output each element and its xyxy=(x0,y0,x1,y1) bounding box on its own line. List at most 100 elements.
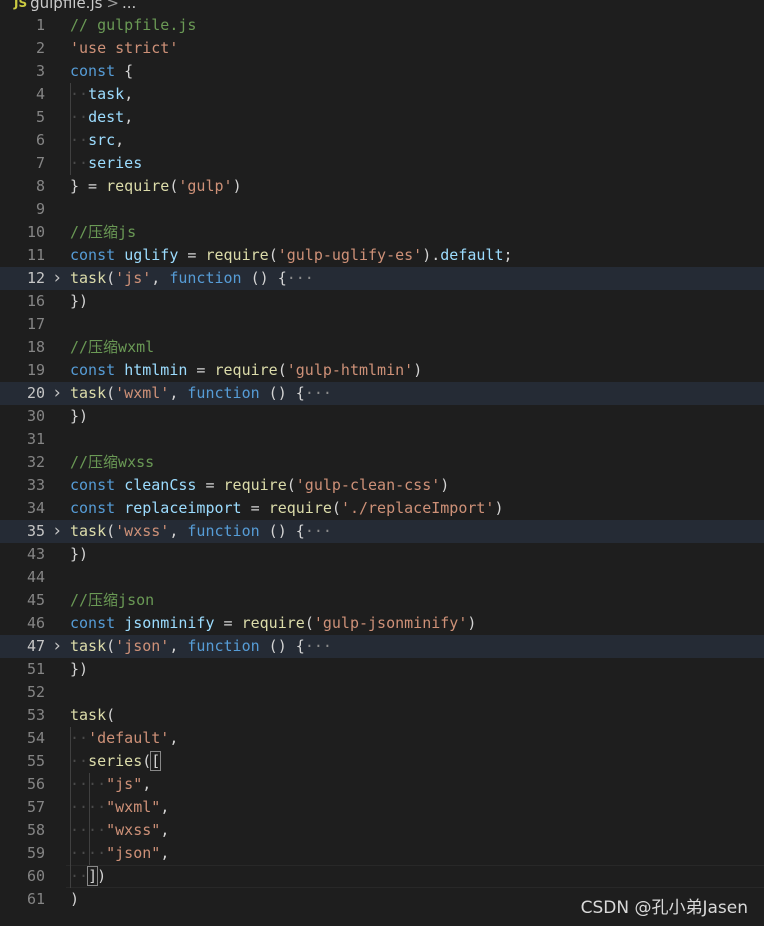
code-line[interactable]: 18 //压缩wxml xyxy=(0,336,764,359)
code-text[interactable]: //压缩wxml xyxy=(70,336,154,359)
code-text[interactable]: ··task, xyxy=(70,83,133,106)
code-line[interactable]: 44 xyxy=(0,566,764,589)
folded-code-line[interactable]: 12 › task('js', function () {··· xyxy=(0,267,764,290)
code-text[interactable]: ··src, xyxy=(70,129,124,152)
code-token: () { xyxy=(259,637,305,655)
code-line[interactable]: 6 ··src, xyxy=(0,129,764,152)
code-text[interactable]: ··dest, xyxy=(70,106,133,129)
code-line[interactable]: 19 const htmlmin = require('gulp-htmlmin'… xyxy=(0,359,764,382)
fold-chevron-icon[interactable]: › xyxy=(52,267,66,290)
code-text[interactable]: ··'default', xyxy=(70,727,178,750)
code-editor[interactable]: JS gulpfile.js > ... 1 // gulpfile.js 2 'us… xyxy=(0,0,764,926)
fold-ellipsis[interactable]: ··· xyxy=(305,384,332,402)
code-token: ( xyxy=(106,637,116,655)
code-line[interactable]: 32 //压缩wxss xyxy=(0,451,764,474)
folded-code-line[interactable]: 47 › task('json', function () {··· xyxy=(0,635,764,658)
code-text[interactable]: // gulpfile.js xyxy=(70,14,196,37)
folded-code-line[interactable]: 20 › task('wxml', function () {··· xyxy=(0,382,764,405)
fold-ellipsis[interactable]: ··· xyxy=(305,522,332,540)
code-text[interactable]: ··series([ xyxy=(70,750,162,773)
code-lines[interactable]: 1 // gulpfile.js 2'use strict' 3 const {4 ··t… xyxy=(0,14,764,911)
code-line[interactable]: 34 const replaceimport = require('./repla… xyxy=(0,497,764,520)
code-line[interactable]: 31 xyxy=(0,428,764,451)
code-line[interactable]: 53 task( xyxy=(0,704,764,727)
code-text[interactable]: ····"js", xyxy=(70,773,151,796)
code-line[interactable]: 16}) xyxy=(0,290,764,313)
code-token: "js" xyxy=(106,775,143,793)
code-line[interactable]: 11 const uglify = require('gulp-uglify-es… xyxy=(0,244,764,267)
code-text[interactable]: //压缩js xyxy=(70,221,136,244)
code-line[interactable]: 51}) xyxy=(0,658,764,681)
code-text[interactable]: } = require('gulp') xyxy=(70,175,242,198)
breadcrumb-separator: > xyxy=(106,0,119,12)
code-text[interactable]: //压缩json xyxy=(70,589,154,612)
code-text[interactable]: const htmlmin = require('gulp-htmlmin') xyxy=(70,359,422,382)
code-text[interactable]: //压缩wxss xyxy=(70,451,154,474)
code-token: ) xyxy=(413,361,423,379)
code-line[interactable]: 54 ··'default', xyxy=(0,727,764,750)
code-text[interactable]: const cleanCss = require('gulp-clean-css… xyxy=(70,474,449,497)
code-line[interactable]: 43}) xyxy=(0,543,764,566)
code-line[interactable]: 56 ····"js", xyxy=(0,773,764,796)
code-line[interactable]: 46 const jsonminify = require('gulp-jsonm… xyxy=(0,612,764,635)
fold-chevron-icon[interactable]: › xyxy=(52,635,66,658)
code-text[interactable]: task('wxml', function () {··· xyxy=(70,382,332,405)
code-line[interactable]: 8} = require('gulp') xyxy=(0,175,764,198)
code-text[interactable]: const jsonminify = require('gulp-jsonmin… xyxy=(70,612,476,635)
code-token: , xyxy=(160,844,170,862)
code-line[interactable]: 55 ··series([ xyxy=(0,750,764,773)
code-text[interactable]: ··]) xyxy=(70,865,106,888)
code-token: default xyxy=(440,246,504,264)
code-text[interactable]: task( xyxy=(70,704,115,727)
code-text[interactable]: 'use strict' xyxy=(70,37,178,60)
code-line[interactable]: 17 xyxy=(0,313,764,336)
code-line[interactable]: 2 'use strict' xyxy=(0,37,764,60)
code-line[interactable]: 3 const { xyxy=(0,60,764,83)
code-line[interactable]: 1 // gulpfile.js xyxy=(0,14,764,37)
line-number: 1 xyxy=(35,16,45,34)
code-text[interactable]: ··series xyxy=(70,152,142,175)
code-text[interactable]: ····"wxml", xyxy=(70,796,169,819)
code-line[interactable]: 9 xyxy=(0,198,764,221)
code-line[interactable]: 5 ··dest, xyxy=(0,106,764,129)
code-text[interactable]: const { xyxy=(70,60,133,83)
code-text[interactable]: const uglify = require('gulp-uglify-es')… xyxy=(70,244,513,267)
breadcrumb-more[interactable]: ... xyxy=(122,0,136,12)
code-text[interactable]: ····"json", xyxy=(70,842,169,865)
line-number: 10 xyxy=(26,223,45,241)
folded-code-line[interactable]: 35 › task('wxss', function () {··· xyxy=(0,520,764,543)
code-line[interactable]: 7 ··series xyxy=(0,152,764,175)
line-number: 60 xyxy=(26,867,45,885)
code-line[interactable]: 60 ··]) xyxy=(0,865,764,888)
code-text[interactable]: }) xyxy=(70,543,88,566)
code-line[interactable]: 57 ····"wxml", xyxy=(0,796,764,819)
code-text[interactable]: const replaceimport = require('./replace… xyxy=(70,497,504,520)
fold-chevron-icon[interactable]: › xyxy=(52,520,66,543)
code-text[interactable]: }) xyxy=(70,290,88,313)
fold-ellipsis[interactable]: ··· xyxy=(287,269,314,287)
breadcrumb-file[interactable]: gulpfile.js xyxy=(30,0,102,12)
fold-ellipsis[interactable]: ··· xyxy=(305,637,332,655)
code-line[interactable]: 59 ····"json", xyxy=(0,842,764,865)
code-text[interactable]: task('wxss', function () {··· xyxy=(70,520,332,543)
code-line[interactable]: 33 const cleanCss = require('gulp-clean-c… xyxy=(0,474,764,497)
code-line[interactable]: 58 ····"wxss", xyxy=(0,819,764,842)
code-token: task xyxy=(70,637,107,655)
code-text[interactable]: task('js', function () {··· xyxy=(70,267,314,290)
fold-chevron-icon[interactable]: › xyxy=(52,382,66,405)
whitespace-marker: ·· xyxy=(70,108,89,126)
code-text[interactable]: }) xyxy=(70,658,88,681)
code-line[interactable]: 45 //压缩json xyxy=(0,589,764,612)
line-number: 55 xyxy=(26,752,45,770)
code-text[interactable]: task('json', function () {··· xyxy=(70,635,332,658)
code-line[interactable]: 4 ··task, xyxy=(0,83,764,106)
code-token: 'gulp-jsonminify' xyxy=(313,614,468,632)
code-token: ) xyxy=(440,476,450,494)
code-line[interactable]: 10 //压缩js xyxy=(0,221,764,244)
code-text[interactable]: ····"wxss", xyxy=(70,819,169,842)
code-text[interactable]: }) xyxy=(70,405,88,428)
code-line[interactable]: 30}) xyxy=(0,405,764,428)
code-text[interactable]: ) xyxy=(70,888,79,911)
code-token: ( xyxy=(286,476,296,494)
code-line[interactable]: 52 xyxy=(0,681,764,704)
